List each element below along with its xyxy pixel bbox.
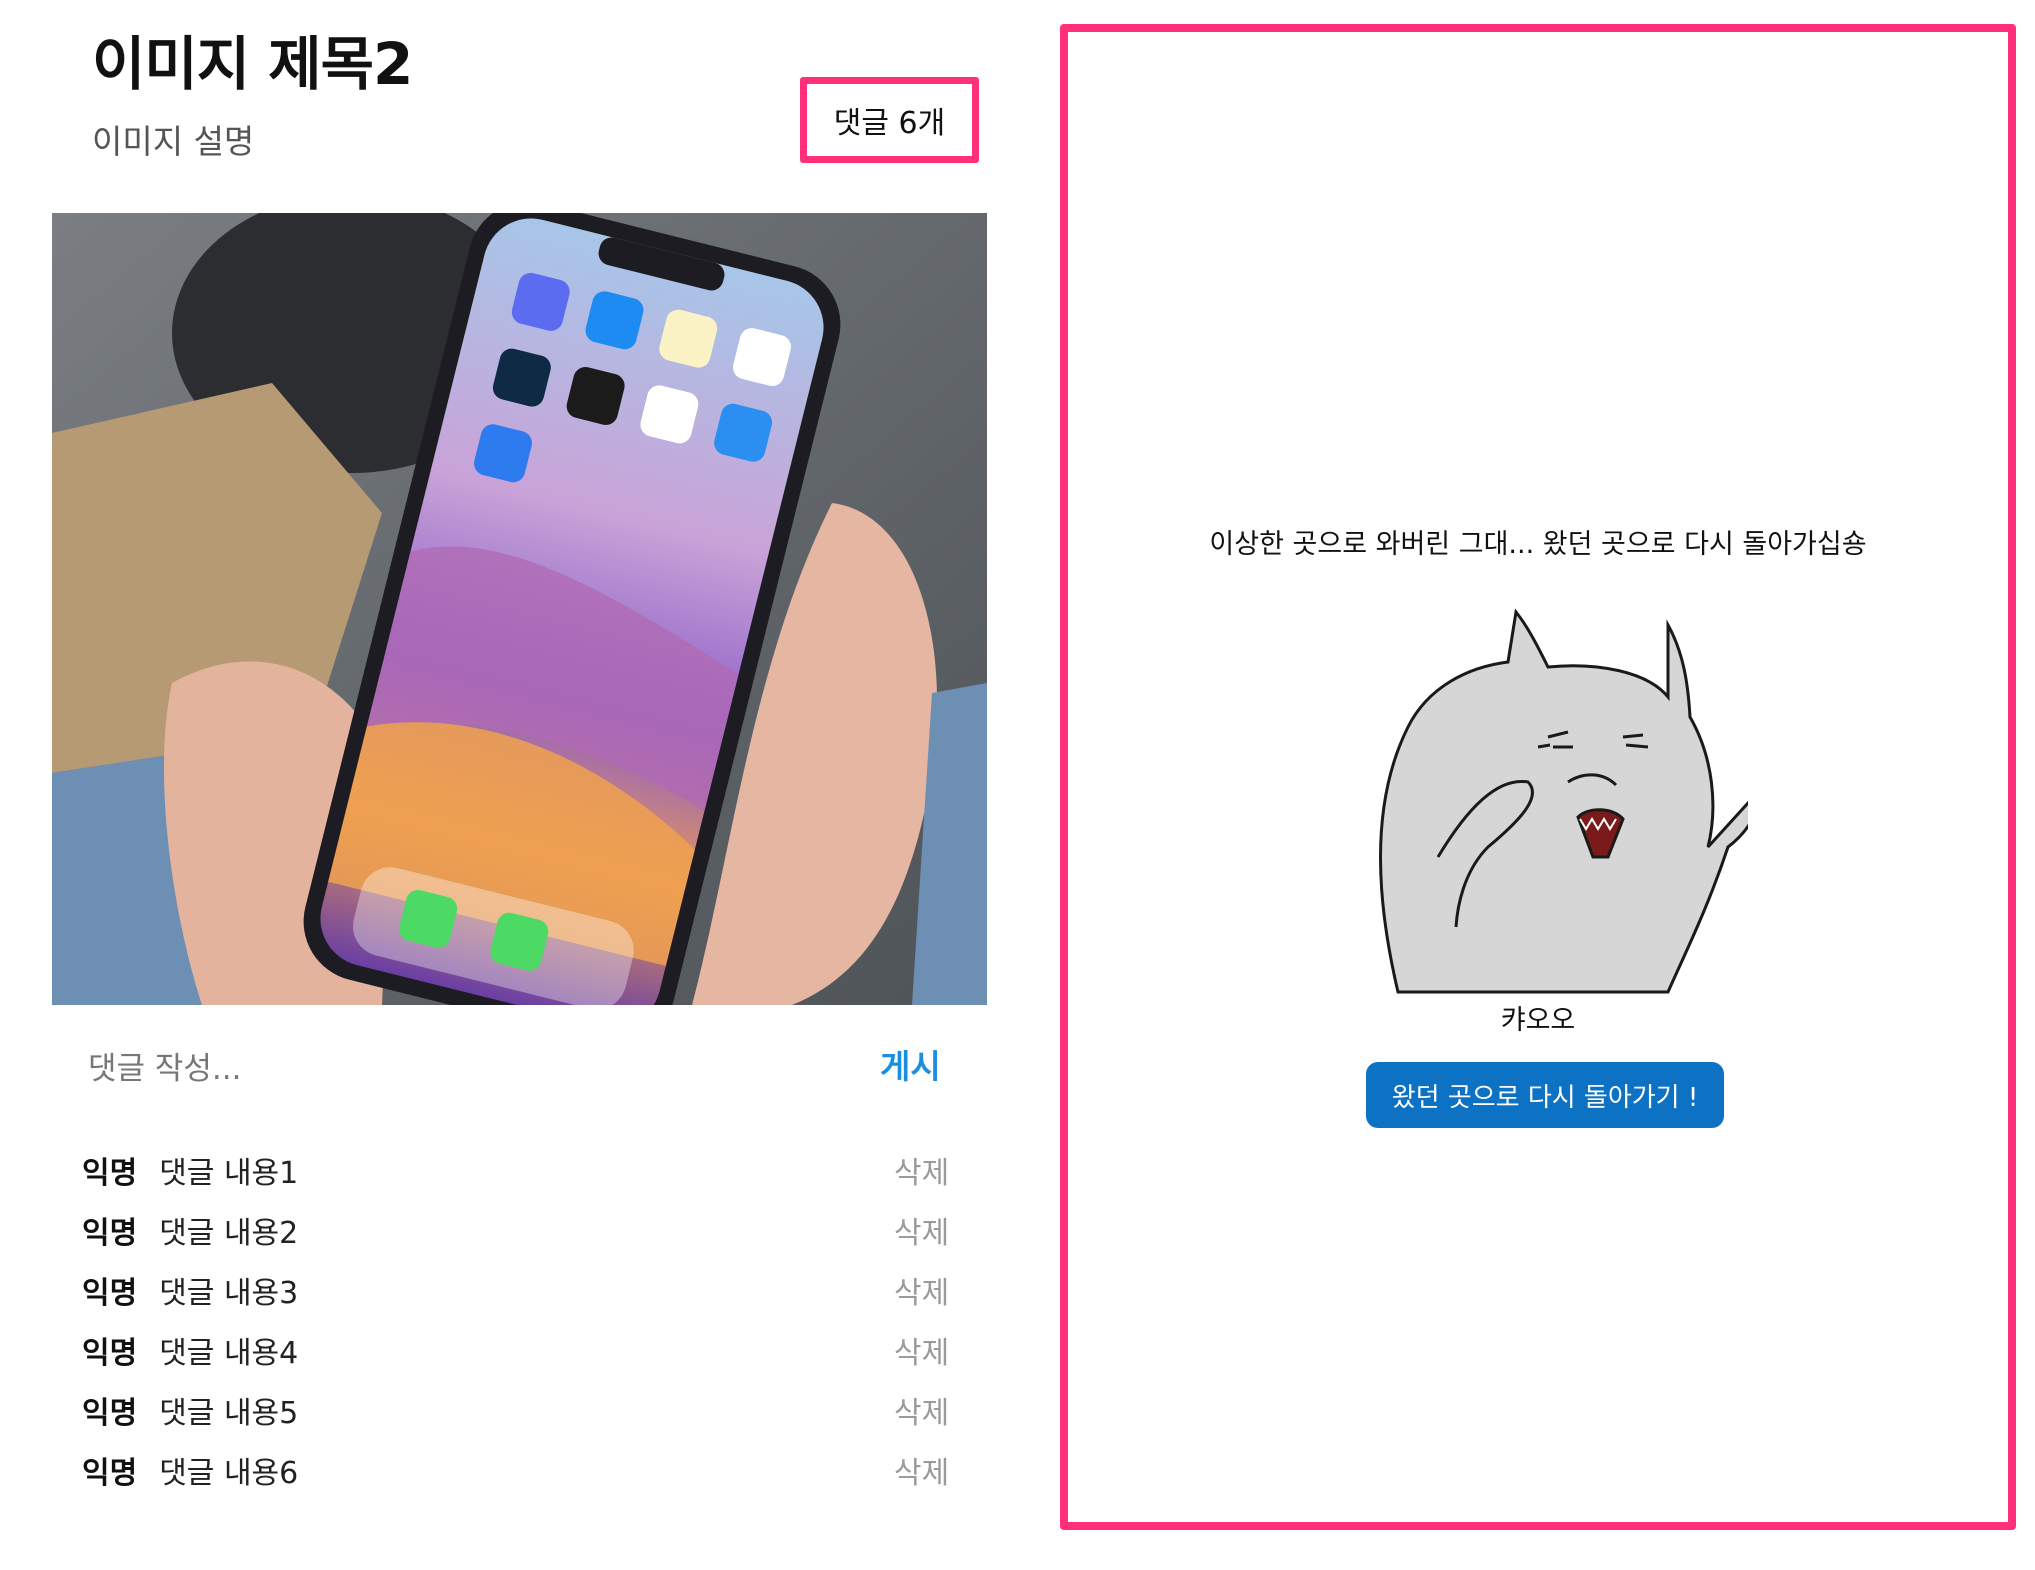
delete-comment-button[interactable]: 삭제 <box>894 1268 949 1312</box>
comment-text: 댓글 내용3 <box>159 1276 299 1311</box>
comment-input[interactable] <box>86 1042 810 1096</box>
comment-item: 익명 댓글 내용1 삭제 <box>82 1140 952 1200</box>
delete-comment-button[interactable]: 삭제 <box>894 1388 949 1432</box>
comment-list: 익명 댓글 내용1 삭제 익명 댓글 내용2 삭제 익명 댓글 내용3 삭제 익… <box>82 1140 952 1500</box>
comment-text: 댓글 내용1 <box>159 1156 299 1191</box>
comment-count-badge: 댓글 6개 <box>800 77 979 163</box>
post-detail-panel: 이미지 제목2 이미지 설명 댓글 6개 댓글 작성... 게시 익명 댓글 내… <box>0 0 1040 1570</box>
delete-comment-button[interactable]: 삭제 <box>894 1448 949 1492</box>
comment-text: 댓글 내용6 <box>159 1456 299 1491</box>
go-back-button[interactable]: 왔던 곳으로 다시 돌아가기 ! <box>1366 1062 1724 1128</box>
delete-comment-button[interactable]: 삭제 <box>894 1328 949 1372</box>
comment-text: 댓글 내용2 <box>159 1216 299 1251</box>
comment-text: 댓글 내용5 <box>159 1396 299 1431</box>
post-image <box>52 213 987 1005</box>
comment-author: 익명 <box>82 1276 138 1311</box>
comment-item: 익명 댓글 내용2 삭제 <box>82 1200 952 1260</box>
post-description: 이미지 설명 <box>92 122 255 161</box>
comment-item: 익명 댓글 내용5 삭제 <box>82 1380 952 1440</box>
comment-item: 익명 댓글 내용3 삭제 <box>82 1260 952 1320</box>
delete-comment-button[interactable]: 삭제 <box>894 1148 949 1192</box>
comment-author: 익명 <box>82 1456 138 1491</box>
delete-comment-button[interactable]: 삭제 <box>894 1208 949 1252</box>
comment-author: 익명 <box>82 1156 138 1191</box>
comment-author: 익명 <box>82 1336 138 1371</box>
phone-photo <box>52 213 987 1005</box>
not-found-panel: 이상한 곳으로 와버린 그대... 왔던 곳으로 다시 돌아가십숑 캬오오 왔던… <box>1060 24 2016 1530</box>
post-comment-button[interactable]: 게시 <box>880 1040 941 1088</box>
not-found-message: 이상한 곳으로 와버린 그대... 왔던 곳으로 다시 돌아가십숑 <box>1209 529 1867 560</box>
post-title: 이미지 제목2 <box>92 30 413 98</box>
comment-item: 익명 댓글 내용4 삭제 <box>82 1320 952 1380</box>
cat-illustration <box>1379 608 1748 994</box>
cat-caption: 캬오오 <box>1500 1005 1576 1036</box>
comment-item: 익명 댓글 내용6 삭제 <box>82 1440 952 1500</box>
comment-text: 댓글 내용4 <box>159 1336 299 1371</box>
comment-author: 익명 <box>82 1396 138 1431</box>
comment-author: 익명 <box>82 1216 138 1251</box>
